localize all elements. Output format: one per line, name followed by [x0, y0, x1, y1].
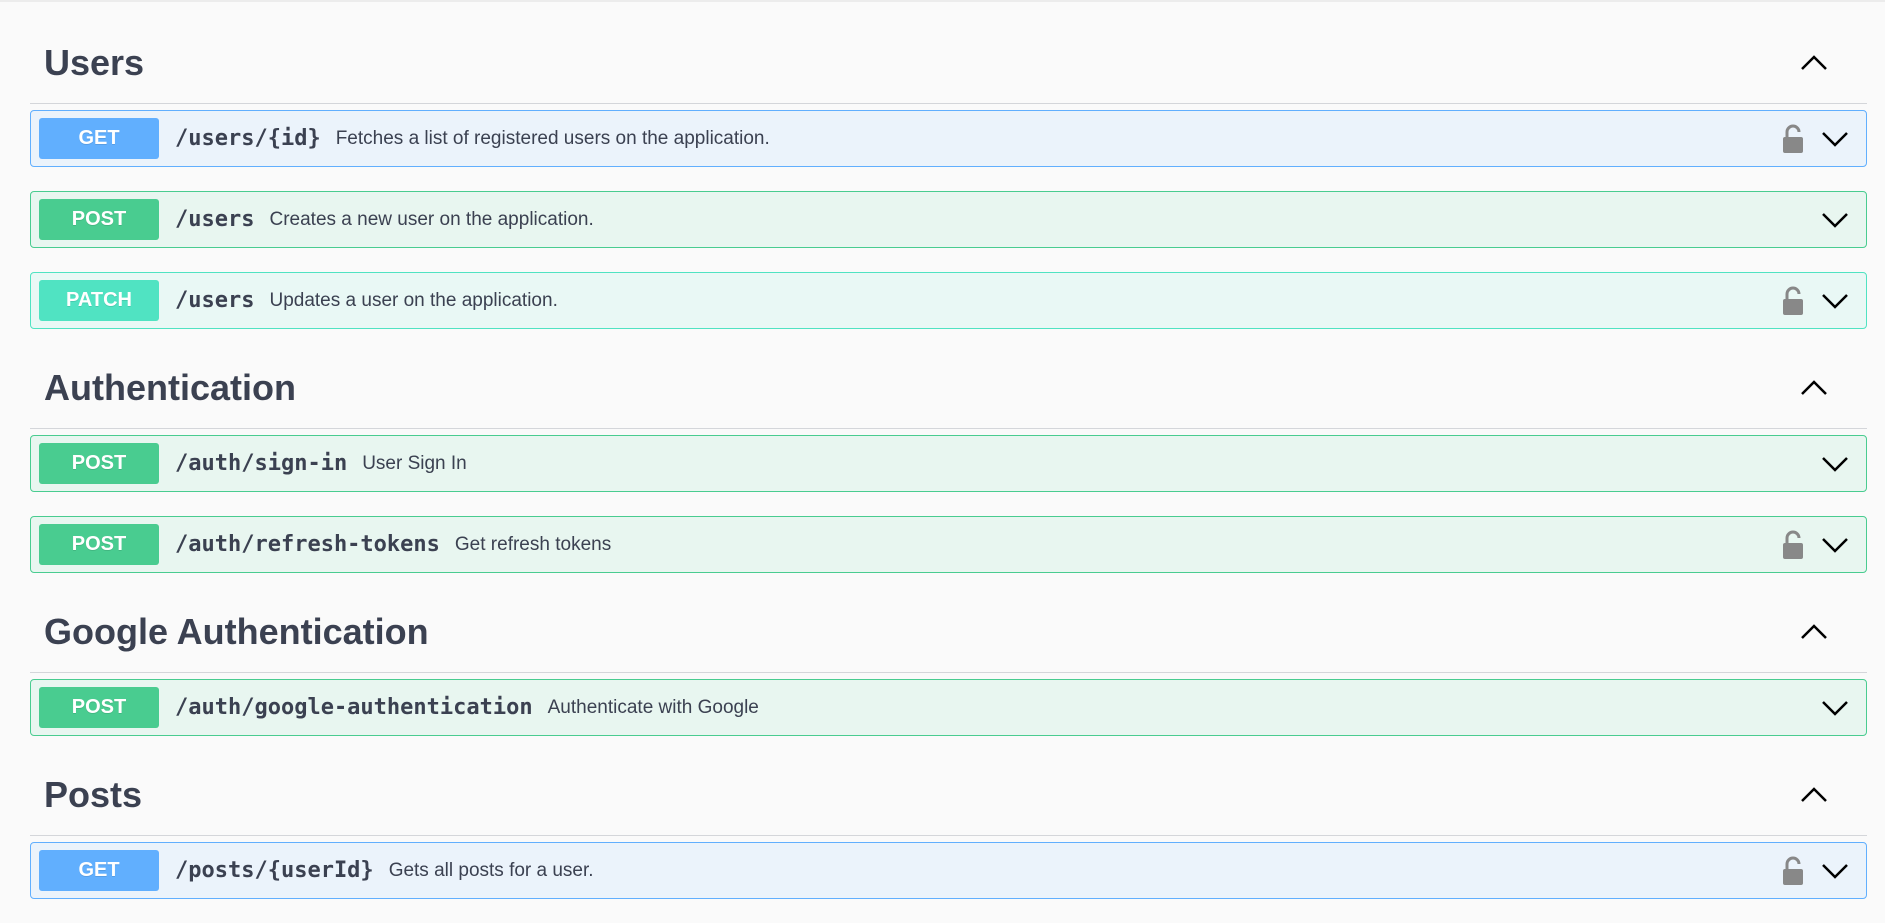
section-posts: Posts GET /posts/{userId} Gets all posts…: [30, 754, 1867, 899]
section-header-authentication[interactable]: Authentication: [30, 347, 1867, 429]
lock-icon[interactable]: [1780, 285, 1806, 317]
section-google-authentication: Google Authentication POST /auth/google-…: [30, 591, 1867, 736]
chevron-up-icon[interactable]: [1797, 778, 1831, 812]
method-badge: GET: [39, 118, 159, 159]
method-badge: PATCH: [39, 280, 159, 321]
operation-path: /users/{id}: [175, 126, 321, 151]
chevron-down-icon[interactable]: [1820, 205, 1850, 235]
operation-path: /auth/refresh-tokens: [175, 532, 440, 557]
section-title: Authentication: [44, 366, 296, 408]
operation-path: /auth/sign-in: [175, 451, 348, 476]
method-badge: POST: [39, 199, 159, 240]
section-title: Google Authentication: [44, 610, 429, 652]
section-header-google-authentication[interactable]: Google Authentication: [30, 591, 1867, 673]
chevron-down-icon[interactable]: [1820, 124, 1850, 154]
chevron-down-icon[interactable]: [1820, 693, 1850, 723]
operation-summary: Get refresh tokens: [454, 533, 612, 555]
operation-summary: Updates a user on the application.: [269, 289, 558, 311]
operation-post-auth-google-authentication[interactable]: POST /auth/google-authentication Authent…: [30, 679, 1867, 736]
operation-path: /auth/google-authentication: [175, 695, 533, 720]
operation-get-users-id[interactable]: GET /users/{id} Fetches a list of regist…: [30, 110, 1867, 167]
section-header-users[interactable]: Users: [30, 22, 1867, 104]
method-badge: GET: [39, 850, 159, 891]
operation-path: /users: [175, 288, 255, 313]
lock-icon[interactable]: [1780, 855, 1806, 887]
section-title: Posts: [44, 773, 143, 815]
lock-icon[interactable]: [1780, 529, 1806, 561]
api-operations-list: Users GET /users/{id} Fetches a list of …: [30, 0, 1867, 923]
chevron-up-icon[interactable]: [1797, 615, 1831, 649]
operation-summary: User Sign In: [362, 452, 467, 474]
section-title: Users: [44, 41, 145, 83]
operation-post-auth-sign-in[interactable]: POST /auth/sign-in User Sign In: [30, 435, 1867, 492]
operation-summary: Gets all posts for a user.: [388, 859, 594, 881]
operation-summary: Fetches a list of registered users on th…: [335, 127, 770, 149]
operation-patch-users[interactable]: PATCH /users Updates a user on the appli…: [30, 272, 1867, 329]
method-badge: POST: [39, 443, 159, 484]
chevron-down-icon[interactable]: [1820, 530, 1850, 560]
method-badge: POST: [39, 524, 159, 565]
chevron-down-icon[interactable]: [1820, 286, 1850, 316]
operation-post-auth-refresh-tokens[interactable]: POST /auth/refresh-tokens Get refresh to…: [30, 516, 1867, 573]
operation-path: /users: [175, 207, 255, 232]
operation-path: /posts/{userId}: [175, 858, 374, 883]
chevron-up-icon[interactable]: [1797, 371, 1831, 405]
operation-summary: Creates a new user on the application.: [269, 208, 594, 230]
section-users: Users GET /users/{id} Fetches a list of …: [30, 22, 1867, 329]
method-badge: POST: [39, 687, 159, 728]
section-header-posts[interactable]: Posts: [30, 754, 1867, 836]
operation-post-users[interactable]: POST /users Creates a new user on the ap…: [30, 191, 1867, 248]
section-authentication: Authentication POST /auth/sign-in User S…: [30, 347, 1867, 573]
lock-icon[interactable]: [1780, 123, 1806, 155]
chevron-up-icon[interactable]: [1797, 46, 1831, 80]
chevron-down-icon[interactable]: [1820, 449, 1850, 479]
chevron-down-icon[interactable]: [1820, 856, 1850, 886]
operation-get-posts-userid[interactable]: GET /posts/{userId} Gets all posts for a…: [30, 842, 1867, 899]
operation-summary: Authenticate with Google: [547, 696, 759, 718]
